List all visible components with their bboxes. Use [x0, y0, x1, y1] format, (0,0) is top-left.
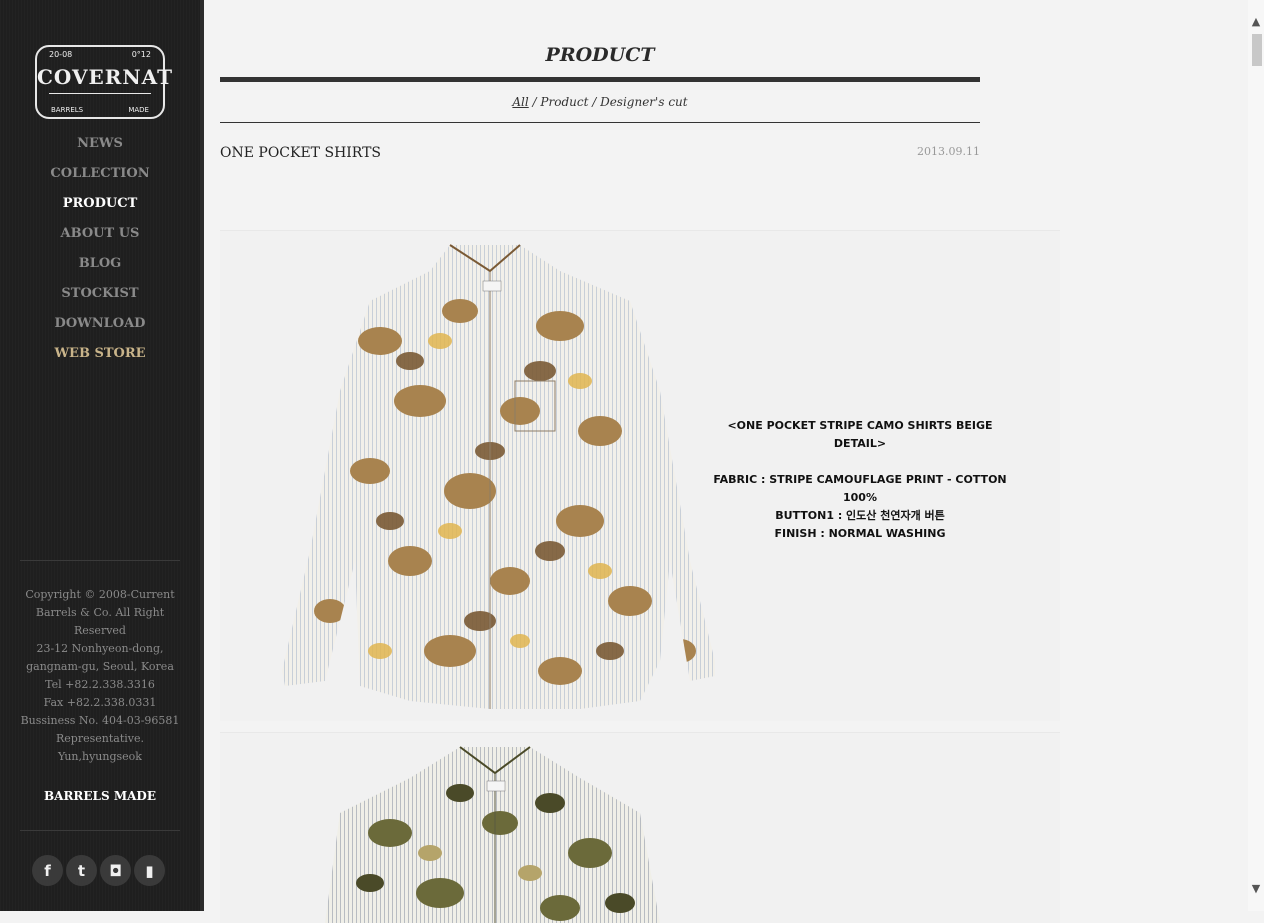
logo-year-right: 0°12 — [131, 50, 151, 59]
breadcrumb: All / Product / Designer's cut — [220, 95, 980, 109]
logo-year-left: 20-08 — [49, 50, 73, 59]
representative-name: Yun,hyungseok — [58, 750, 142, 763]
detail-fabric: FABRIC : STRIPE CAMOUFLAGE PRINT - COTTO… — [713, 473, 1007, 504]
breadcrumb-sep: / — [588, 95, 601, 109]
camo-shirt-beige-image — [282, 244, 715, 709]
sidebar-divider-top — [20, 560, 180, 561]
copyright-line: Reserved — [74, 624, 126, 637]
detail-heading: <ONE POCKET STRIPE CAMO SHIRTS BEIGE DET… — [727, 419, 993, 450]
post-title: ONE POCKET SHIRTS — [220, 145, 382, 161]
post-date: 2013.09.11 — [917, 145, 980, 158]
instagram-icon[interactable]: ◘ — [100, 855, 131, 886]
detail-button: BUTTON1 : 인도산 천연자개 버튼 — [775, 509, 945, 522]
page-title: PRODUCT — [545, 44, 655, 66]
social-links: f t ◘ ▮ — [32, 855, 165, 886]
business-no-line: Bussiness No. 404-03-96581 — [20, 714, 180, 727]
camo-shirt-green-image — [325, 746, 660, 923]
address-line: 23-12 Nonhyeon-dong, — [36, 642, 164, 655]
barrels-made-tagline: BARRELS MADE — [44, 789, 156, 803]
sidebar: 20-08 0°12 COVERNAT BARRELS MADE NEWS CO… — [0, 0, 204, 911]
logo-rule — [49, 93, 151, 94]
copyright-line: Barrels & Co. All Right — [35, 606, 165, 619]
scrollbar-thumb[interactable] — [1252, 34, 1262, 66]
address-line: gangnam-gu, Seoul, Korea — [26, 660, 174, 673]
breadcrumb-product: Product — [540, 95, 589, 109]
copyright-block: Copyright © 2008-Current Barrels & Co. A… — [18, 586, 182, 766]
nav-item-stockist[interactable]: STOCKIST — [0, 284, 200, 314]
logo-brand: COVERNAT — [37, 65, 173, 89]
logo-sub-left: BARRELS — [51, 106, 84, 114]
fax-line: Fax +82.2.338.0331 — [43, 696, 157, 709]
nav-item-download[interactable]: DOWNLOAD — [0, 314, 200, 344]
facebook-icon[interactable]: f — [32, 855, 63, 886]
nav-item-blog[interactable]: BLOG — [0, 254, 200, 284]
nav-item-about-us[interactable]: ABOUT US — [0, 224, 200, 254]
nav-item-collection[interactable]: COLLECTION — [0, 164, 200, 194]
covernat-logo[interactable]: 20-08 0°12 COVERNAT BARRELS MADE — [35, 45, 173, 119]
sidebar-divider-bottom — [20, 830, 180, 831]
detail-finish: FINISH : NORMAL WASHING — [774, 527, 946, 540]
breadcrumb-designers-cut: Designer's cut — [600, 95, 688, 109]
scroll-up-arrow-icon[interactable]: ▲ — [1248, 14, 1264, 30]
breadcrumb-all-link[interactable]: All — [512, 95, 528, 109]
nav-item-web-store[interactable]: WEB STORE — [0, 344, 200, 374]
product-image-panel-2 — [220, 732, 1060, 923]
representative-line: Representative. — [56, 732, 144, 745]
nav-item-news[interactable]: NEWS — [0, 134, 200, 164]
title-rule — [220, 77, 980, 82]
twitter-icon[interactable]: t — [66, 855, 97, 886]
scroll-down-arrow-icon[interactable]: ▼ — [1248, 881, 1264, 897]
tel-line: Tel +82.2.338.3316 — [45, 678, 155, 691]
breadcrumb-sep: / — [528, 95, 541, 109]
logo-sub-right: MADE — [128, 106, 149, 114]
copyright-line: Copyright © 2008-Current — [25, 588, 175, 601]
nav-item-product[interactable]: PRODUCT — [0, 194, 200, 224]
main-content: PRODUCT All / Product / Designer's cut O… — [204, 0, 1248, 923]
page-scrollbar[interactable]: ▲ ▼ — [1248, 0, 1264, 911]
product-image-panel: <ONE POCKET STRIPE CAMO SHIRTS BEIGE DET… — [220, 230, 1060, 721]
main-nav: NEWS COLLECTION PRODUCT ABOUT US BLOG ST… — [0, 134, 200, 374]
product-detail-text: <ONE POCKET STRIPE CAMO SHIRTS BEIGE DET… — [700, 417, 1020, 543]
bookmark-icon[interactable]: ▮ — [134, 855, 165, 886]
breadcrumb-rule — [220, 122, 980, 123]
